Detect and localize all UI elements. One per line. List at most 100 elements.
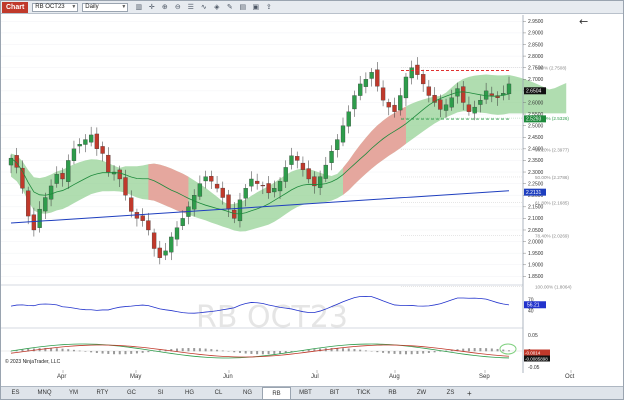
- candle-body: [129, 197, 134, 212]
- chart-panel[interactable]: RB OCT23 0.00% (2.7508) 23.60% (2.5326) 38…: [1, 15, 623, 373]
- instrument-tab[interactable]: BIT: [320, 387, 349, 399]
- candle-body: [214, 183, 220, 189]
- candle-body: [140, 215, 145, 221]
- candle-body: [203, 176, 208, 182]
- candle-body: [88, 134, 94, 143]
- instrument-tab[interactable]: ZS: [436, 387, 465, 399]
- candle-body: [398, 95, 403, 111]
- date-label: Sep: [479, 374, 490, 380]
- price-tick-label: 2.6000: [528, 100, 544, 106]
- candle-body: [323, 164, 328, 179]
- toolbar-icons: ▥ ✛ ⊕ ⊖ ☰ ∿ ◈ ✎ ▤ ▣ ⇪: [134, 3, 277, 12]
- period-label: Daily: [85, 3, 99, 10]
- candle-body: [243, 188, 248, 199]
- macd-flag-label: -0.0014: [525, 351, 541, 356]
- candle-body: [123, 177, 128, 196]
- candle-body: [283, 167, 288, 182]
- cloud-bullish: [11, 74, 567, 232]
- snapshot-icon[interactable]: ▣: [251, 3, 260, 12]
- candle-body: [146, 220, 151, 231]
- price-tick-label: 2.3500: [528, 158, 544, 164]
- date-label: May: [130, 374, 142, 380]
- candle-body: [340, 125, 346, 143]
- macd-histogram-bar: [124, 351, 127, 355]
- back-arrow-icon[interactable]: ←: [579, 15, 588, 28]
- instrument-tab[interactable]: YM: [59, 387, 88, 399]
- chevron-down-icon: ▼: [121, 3, 127, 10]
- instrument-tab[interactable]: RB: [378, 387, 407, 399]
- price-tick-label: 2.8500: [528, 42, 544, 48]
- macd-histogram-bar: [250, 351, 253, 354]
- candle-body: [37, 208, 42, 228]
- instrument-tab[interactable]: RB: [262, 387, 291, 399]
- chart-tag[interactable]: Chart: [2, 1, 29, 13]
- period-selector[interactable]: Daily ▼: [82, 2, 129, 12]
- macd-flag-label: -0.0085898: [525, 357, 548, 362]
- crosshair-icon[interactable]: ✛: [147, 3, 156, 12]
- chart-window: Chart RB OCT23 ▼ Daily ▼ ▥ ✛ ⊕ ⊖ ☰ ∿ ◈ ✎…: [0, 0, 624, 400]
- price-tick-label: 2.7000: [528, 77, 544, 83]
- macd-histogram-bar: [187, 348, 190, 352]
- macd-histogram-bar: [410, 351, 413, 355]
- macd-histogram-bar: [485, 348, 488, 352]
- instrument-tab[interactable]: TICK: [349, 387, 378, 399]
- macd-histogram-bar: [273, 351, 276, 354]
- candle-body: [403, 76, 409, 99]
- instrument-tab[interactable]: NG: [233, 387, 262, 399]
- instrument-tab[interactable]: ZW: [407, 387, 436, 399]
- instrument-tab[interactable]: HG: [175, 387, 204, 399]
- instrument-tab[interactable]: CL: [204, 387, 233, 399]
- bars-icon[interactable]: ▥: [134, 3, 143, 12]
- instrument-tab[interactable]: MBT: [291, 387, 320, 399]
- price-tick-label: 2.1000: [528, 216, 544, 222]
- macd-histogram-bar: [78, 350, 81, 352]
- strategies-icon[interactable]: ◈: [212, 3, 221, 12]
- candle-body: [369, 72, 374, 79]
- instrument-selector[interactable]: RB OCT23 ▼: [32, 2, 79, 12]
- instrument-tab[interactable]: MNQ: [30, 387, 59, 399]
- drawing-tools-icon[interactable]: ✎: [225, 3, 234, 12]
- copyright-text: © 2023 NinjaTrader, LLC: [5, 358, 61, 365]
- macd-histogram-bar: [393, 351, 396, 354]
- macd-histogram-bar: [347, 348, 350, 352]
- macd-histogram-bar: [227, 351, 230, 352]
- macd-histogram-bar: [267, 351, 270, 355]
- candle-body: [66, 160, 71, 182]
- instrument-tab[interactable]: RTY: [88, 387, 117, 399]
- instrument-tab[interactable]: SI: [146, 387, 175, 399]
- zoom-in-icon[interactable]: ⊕: [160, 3, 169, 12]
- price-axis[interactable]: 2.9500 2.9000 2.8500 2.8000 2.7500 2.7000 2.65…: [523, 19, 546, 280]
- candle-body: [300, 162, 306, 170]
- macd-histogram-bar: [90, 351, 93, 353]
- instrument-tab[interactable]: GC: [117, 387, 146, 399]
- indicators-icon[interactable]: ∿: [199, 3, 208, 12]
- candle-body: [375, 69, 380, 87]
- macd-histogram-bar: [399, 351, 402, 355]
- share-icon[interactable]: ⇪: [264, 3, 273, 12]
- candle-body: [386, 102, 391, 108]
- macd-histogram-bar: [359, 349, 362, 352]
- candle-body: [77, 144, 82, 147]
- macd-histogram-bar: [204, 348, 207, 352]
- instrument-tab[interactable]: ES: [1, 387, 30, 399]
- price-tick-label: 2.7500: [528, 65, 544, 71]
- macd-histogram-bar: [67, 349, 70, 352]
- price-chart[interactable]: RB OCT23 0.00% (2.7508)23.60% (2.5326)38…: [1, 15, 623, 373]
- candle-body: [438, 99, 443, 110]
- templates-icon[interactable]: ▤: [238, 3, 247, 12]
- macd-histogram-bar: [21, 349, 24, 352]
- candle-body: [197, 183, 203, 197]
- price-tick-label: 2.0500: [528, 228, 544, 234]
- macd-tick-label: 0.05: [528, 333, 538, 339]
- zoom-out-icon[interactable]: ⊖: [173, 3, 182, 12]
- candle-body: [100, 146, 105, 154]
- candle-body: [220, 187, 225, 198]
- highlight-circle: [499, 343, 517, 355]
- macd-histogram-bar: [416, 351, 419, 354]
- macd-histogram-bar: [238, 351, 241, 353]
- properties-icon[interactable]: ☰: [186, 3, 195, 12]
- candle-body: [48, 185, 54, 200]
- add-tab-button[interactable]: +: [467, 389, 472, 398]
- candle-body: [117, 169, 122, 180]
- candle-body: [472, 106, 477, 114]
